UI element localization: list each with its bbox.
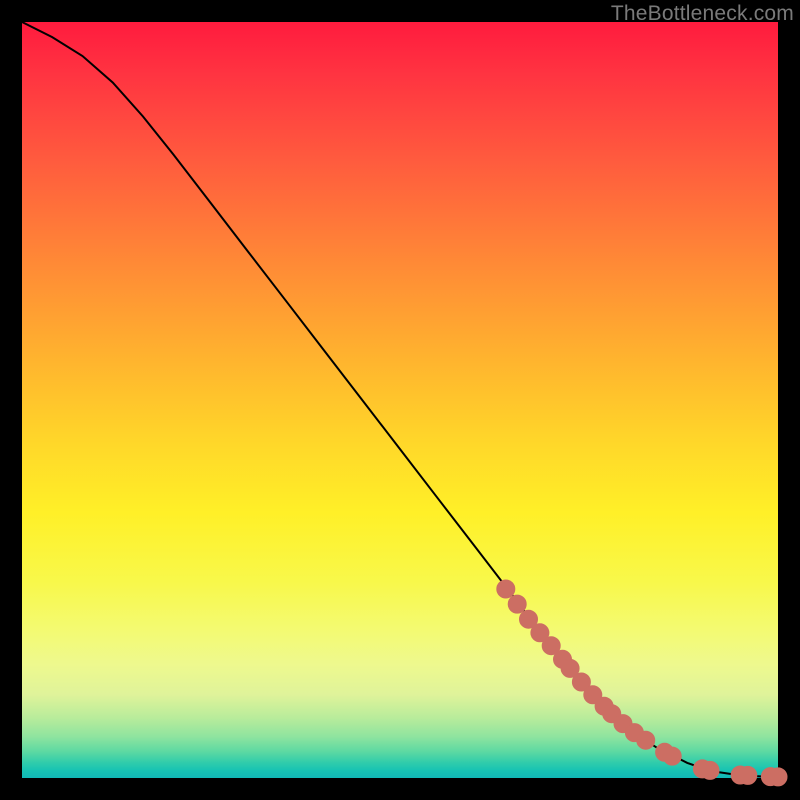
- data-marker: [497, 580, 515, 598]
- marker-group: [497, 580, 787, 786]
- plot-area: [22, 22, 778, 778]
- data-marker: [508, 595, 526, 613]
- data-marker: [769, 768, 787, 786]
- data-marker: [739, 766, 757, 784]
- bottleneck-curve: [22, 22, 778, 777]
- data-marker: [637, 731, 655, 749]
- data-marker: [701, 761, 719, 779]
- watermark-text: TheBottleneck.com: [611, 2, 794, 26]
- chart-svg: [22, 22, 778, 778]
- data-marker: [663, 747, 681, 765]
- chart-stage: TheBottleneck.com: [0, 0, 800, 800]
